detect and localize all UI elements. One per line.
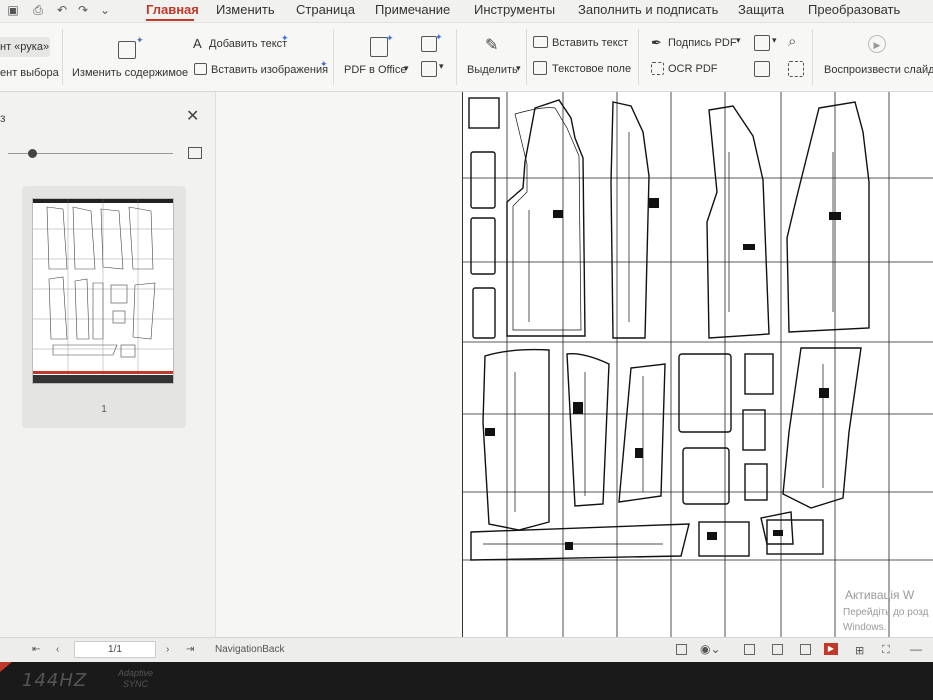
- ribbon-divider: [638, 29, 639, 85]
- text-field-button[interactable]: Текстовое поле: [552, 63, 631, 75]
- ribbon-divider: [62, 29, 63, 85]
- two-page-icon[interactable]: [800, 644, 811, 655]
- slideshow-icon[interactable]: ▶: [824, 643, 838, 655]
- document-view[interactable]: Активація W Перейдіть до розд Windows.: [216, 92, 933, 648]
- insert-image-button[interactable]: Вставить изображения: [211, 64, 328, 76]
- picture-icon[interactable]: [754, 35, 770, 51]
- ribbon-toolbar: нт «рука» ент выбора ✦ Изменить содержим…: [0, 23, 933, 92]
- edit-content-button[interactable]: Изменить содержимое: [72, 67, 188, 79]
- save-icon[interactable]: ▣: [6, 3, 20, 17]
- page-number-label: 1: [101, 404, 107, 415]
- navigation-back-label[interactable]: NavigationBack: [215, 644, 284, 655]
- ribbon-divider: [526, 29, 527, 85]
- activation-watermark-title: Активація W: [845, 588, 915, 602]
- adaptive-sync-line2: SYNC: [123, 679, 149, 689]
- refresh-rate-label: 144HZ: [22, 670, 88, 691]
- text-field-icon: [533, 61, 547, 75]
- single-page-icon[interactable]: [744, 644, 755, 655]
- sign-pdf-button[interactable]: Подпись PDF: [668, 37, 737, 49]
- ribbon-divider: [456, 29, 457, 85]
- thumbnail-preview: [32, 198, 174, 384]
- sparkle-icon: ✦: [281, 33, 289, 43]
- play-icon[interactable]: ▶: [868, 35, 886, 53]
- chevron-down-icon[interactable]: ▾: [736, 35, 741, 46]
- play-slideshow-button[interactable]: Воспроизвести слайд: [824, 64, 933, 76]
- tab-tools[interactable]: Инструменты: [474, 2, 555, 17]
- continuous-page-icon[interactable]: [772, 644, 783, 655]
- select-tool-button[interactable]: ент выбора: [0, 67, 59, 79]
- fit-page-icon[interactable]: [676, 644, 687, 655]
- grid-icon[interactable]: ⊞: [855, 644, 864, 657]
- copy-icon[interactable]: [421, 61, 437, 77]
- tab-bar: ▣ ⎙ ↶ ↷ ⌄ Главная Изменить Страница Прим…: [0, 0, 933, 23]
- sparkle-icon: ✦: [386, 33, 394, 43]
- fullscreen-icon[interactable]: ⛶: [882, 644, 890, 657]
- adaptive-sync-logo: Adaptive SYNC: [118, 668, 153, 690]
- ribbon-divider: [333, 29, 334, 85]
- chevron-down-icon[interactable]: ▾: [404, 63, 409, 74]
- tab-protect[interactable]: Защита: [738, 2, 784, 17]
- bezel-accent-mark: [0, 662, 12, 672]
- chevron-down-icon[interactable]: ▾: [772, 35, 777, 46]
- active-tab-indicator: [146, 19, 194, 21]
- print-icon[interactable]: ⎙: [31, 3, 45, 17]
- text-recognition-icon[interactable]: [754, 61, 770, 77]
- insert-text-button[interactable]: Вставить текст: [552, 37, 628, 49]
- hand-tool-label: нт «рука»: [0, 41, 50, 53]
- highlight-button[interactable]: Выделить: [467, 64, 518, 76]
- close-icon[interactable]: ✕: [186, 106, 199, 126]
- sparkle-icon: ✦: [435, 32, 443, 42]
- pdf-to-office-button[interactable]: PDF в Office: [344, 64, 407, 76]
- next-page-icon[interactable]: ›: [166, 644, 169, 655]
- thumbnail-panel: з ✕ 1: [0, 92, 216, 637]
- redo-icon[interactable]: ↷: [76, 3, 90, 17]
- edit-content-icon[interactable]: [118, 41, 136, 59]
- status-bar: ⇤ ‹ 1/1 › ⇥ NavigationBack ◉⌄ ▶ ⊞ ⛶ —: [0, 637, 933, 662]
- tab-home[interactable]: Главная: [146, 2, 199, 17]
- chevron-down-icon[interactable]: ⌄: [98, 3, 112, 17]
- ribbon-divider: [812, 29, 813, 85]
- monitor-bezel: 144HZ Adaptive SYNC: [0, 662, 933, 700]
- undo-icon[interactable]: ↶: [55, 3, 69, 17]
- insert-text-icon: [533, 36, 548, 48]
- sparkle-icon: ✦: [320, 59, 328, 69]
- page-number-input[interactable]: 1/1: [74, 641, 156, 658]
- sparkle-icon: ✦: [136, 35, 144, 45]
- highlight-icon[interactable]: ✎: [485, 35, 498, 55]
- zoom-slider-handle[interactable]: [28, 149, 37, 158]
- search-icon[interactable]: ⌕: [788, 33, 796, 50]
- page-thumbnail[interactable]: 1: [22, 186, 186, 428]
- add-text-button[interactable]: Добавить текст: [209, 38, 287, 50]
- first-page-icon[interactable]: ⇤: [32, 644, 40, 655]
- tab-convert[interactable]: Преобразовать: [808, 2, 900, 17]
- tab-fill-sign[interactable]: Заполнить и подписать: [578, 2, 718, 17]
- panel-title: з: [0, 111, 6, 125]
- thumbnail-pattern-drawing: [33, 199, 173, 383]
- activation-watermark-text: Перейдіть до розд: [843, 607, 929, 618]
- pdf-page: [462, 92, 933, 648]
- tab-edit[interactable]: Изменить: [216, 2, 275, 17]
- ocr-icon: [651, 62, 664, 75]
- image-icon: [194, 63, 207, 75]
- pen-icon: ✒: [651, 35, 662, 50]
- adaptive-sync-line1: Adaptive: [118, 668, 154, 678]
- previous-page-icon[interactable]: ‹: [56, 644, 59, 655]
- ocr-pdf-button[interactable]: OCR PDF: [668, 63, 718, 75]
- chevron-down-icon[interactable]: ▾: [516, 63, 521, 74]
- scan-icon[interactable]: [788, 61, 804, 77]
- text-add-icon: A: [193, 36, 202, 51]
- last-page-icon[interactable]: ⇥: [186, 644, 194, 655]
- minus-icon[interactable]: —: [910, 642, 922, 656]
- chevron-down-icon[interactable]: ▾: [439, 61, 444, 72]
- activation-watermark-windows: Windows.: [843, 622, 887, 633]
- image-icon[interactable]: [188, 147, 202, 159]
- tab-page[interactable]: Страница: [296, 2, 355, 17]
- view-mode-icon[interactable]: ◉⌄: [700, 642, 721, 656]
- tab-comment[interactable]: Примечание: [375, 2, 450, 17]
- app-window: ▣ ⎙ ↶ ↷ ⌄ Главная Изменить Страница Прим…: [0, 0, 933, 662]
- sewing-pattern-drawing: [463, 92, 933, 648]
